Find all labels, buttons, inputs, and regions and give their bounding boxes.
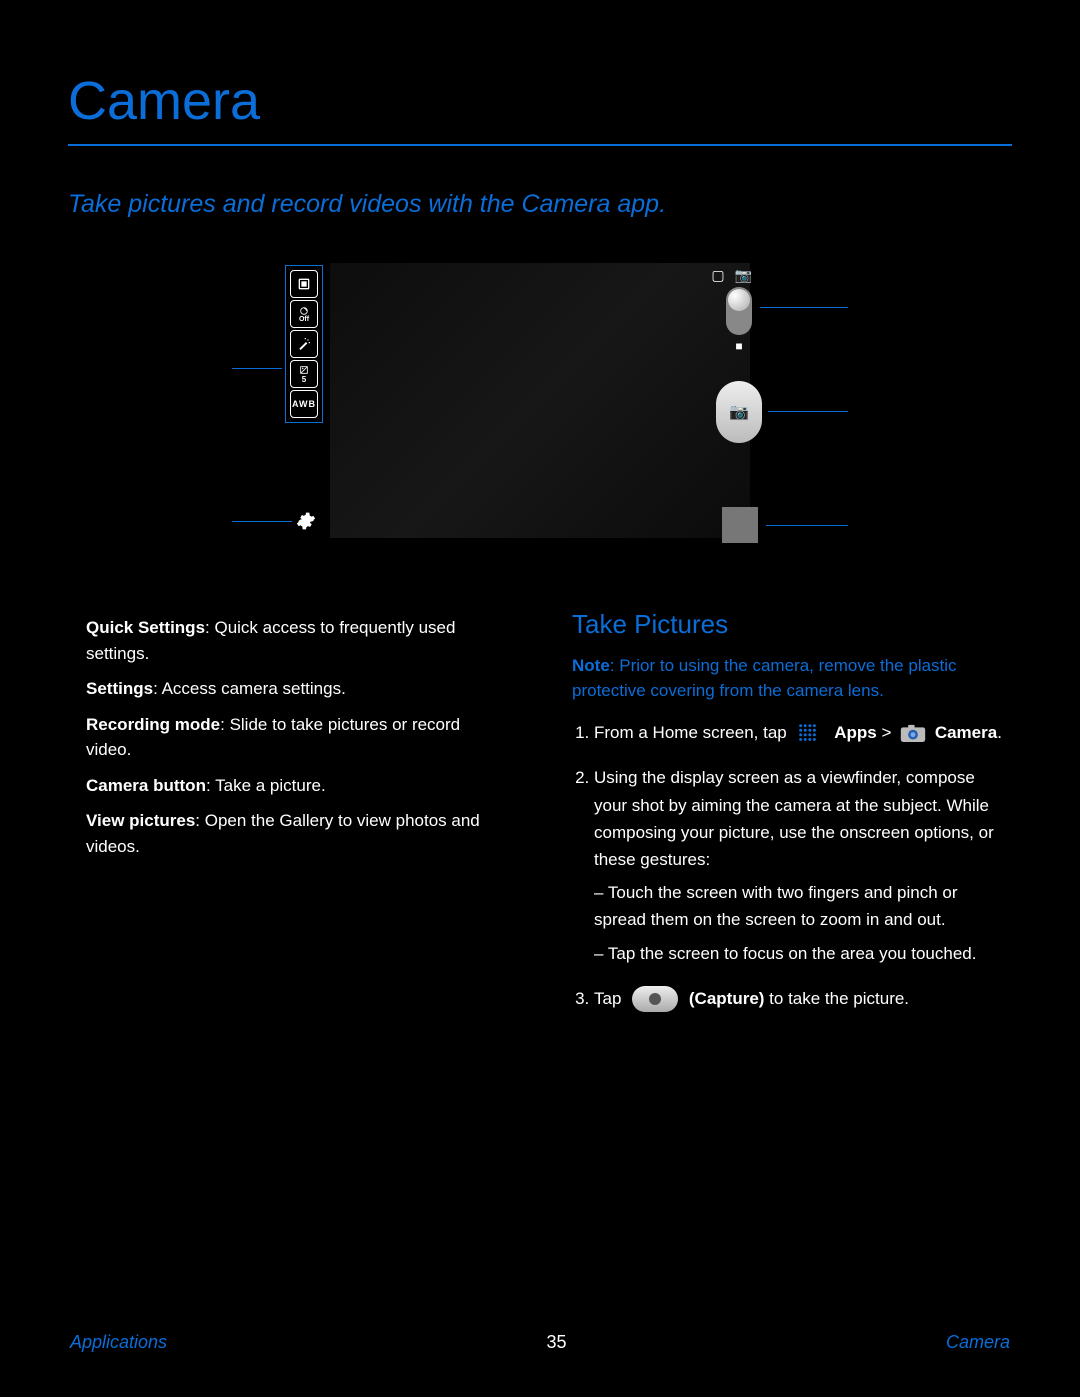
capture-button-icon (632, 986, 678, 1012)
step-item: From a Home screen, tap Apps > Camera. (594, 719, 1012, 746)
leader-line (232, 368, 282, 369)
leader-line (766, 525, 848, 526)
callout-item: View pictures: Open the Gallery to view … (86, 808, 508, 859)
page-title: Camera (68, 70, 1012, 132)
shutter-button: 📷 (716, 381, 762, 443)
camera-icon: 📷 (735, 267, 752, 284)
apps-icon (795, 722, 825, 746)
sub-bullet: Touch the screen with two fingers and pi… (594, 879, 1012, 933)
sub-bullet: Tap the screen to focus on the area you … (594, 940, 1012, 967)
awb-icon: AWB (290, 390, 318, 418)
quick-settings-bar: Off 5 AWB (285, 265, 323, 423)
camera-app-icon (900, 723, 926, 745)
footer-right: Camera (946, 1332, 1010, 1353)
footer-left: Applications (70, 1332, 167, 1353)
gallery-thumbnail (722, 507, 758, 543)
exposure-icon: 5 (290, 360, 318, 388)
leader-line (760, 307, 848, 308)
camera-illustration: Off 5 AWB ▢ 📷 ■ 📷 (270, 263, 810, 553)
page-subtitle: Take pictures and record videos with the… (68, 190, 1012, 219)
effects-icon (290, 330, 318, 358)
page-footer: Applications 35 Camera (0, 1332, 1080, 1353)
callout-item: Recording mode: Slide to take pictures o… (86, 712, 508, 763)
timer-off-icon: Off (290, 300, 318, 328)
viewfinder (330, 263, 750, 538)
device-icon: ▢ (711, 267, 724, 284)
callout-item: Quick Settings: Quick access to frequent… (86, 615, 508, 666)
recording-mode-toggle: ■ (726, 287, 752, 353)
callout-item: Camera button: Take a picture. (86, 773, 508, 799)
leader-line (232, 521, 292, 522)
note-text: Note: Prior to using the camera, remove … (572, 654, 1012, 703)
callout-item: Settings: Access camera settings. (86, 676, 508, 702)
step-item: Using the display screen as a viewfinder… (594, 764, 1012, 966)
title-divider (68, 144, 1012, 146)
settings-icon (295, 510, 317, 532)
storage-icon (290, 270, 318, 298)
step-item: Tap (Capture) to take the picture. (594, 985, 1012, 1013)
page-number: 35 (547, 1332, 567, 1353)
video-icon: ■ (726, 339, 752, 353)
steps-list: From a Home screen, tap Apps > Camera. U… (572, 719, 1012, 1012)
callout-list: Quick Settings: Quick access to frequent… (68, 609, 508, 1030)
leader-line (768, 411, 848, 412)
section-heading: Take Pictures (572, 609, 1012, 640)
mode-indicators: ▢ 📷 (711, 267, 752, 284)
